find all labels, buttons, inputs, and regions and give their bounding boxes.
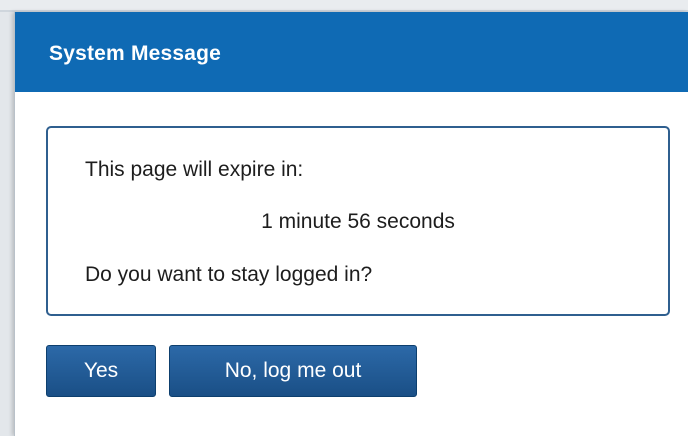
session-timeout-dialog: System Message This page will expire in:… — [14, 12, 688, 436]
stay-logged-in-question: Do you want to stay logged in? — [85, 263, 373, 286]
expire-text: This page will expire in: — [85, 158, 304, 181]
countdown-timer: 1 minute 56 seconds — [261, 210, 455, 233]
message-box: This page will expire in: 1 minute 56 se… — [46, 126, 670, 316]
yes-button[interactable]: Yes — [46, 345, 156, 397]
dialog-title: System Message — [49, 42, 222, 65]
log-out-button[interactable]: No, log me out — [169, 345, 417, 397]
dialog-header: System Message — [15, 12, 688, 92]
